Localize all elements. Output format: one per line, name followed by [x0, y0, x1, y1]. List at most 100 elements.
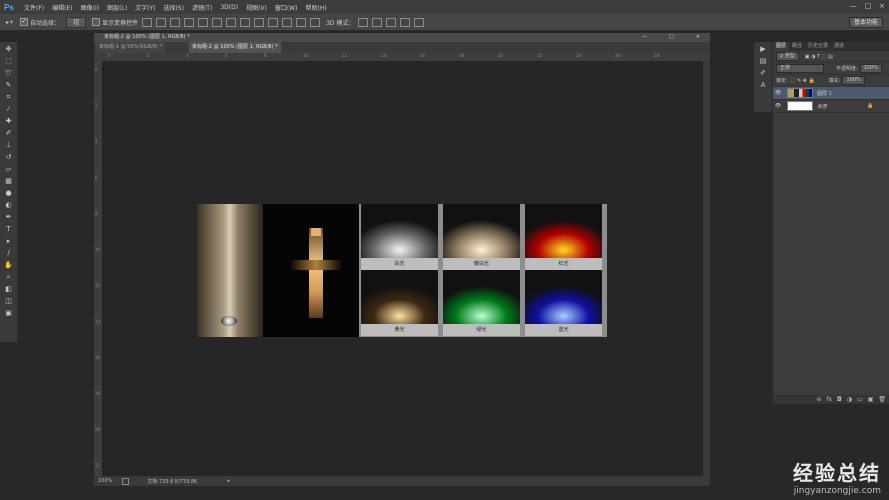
crop-tool-icon[interactable]: ⌗	[4, 93, 14, 102]
distribute-bottom-icon[interactable]	[254, 17, 265, 27]
blur-tool-icon[interactable]: ●	[4, 189, 14, 198]
workspace-button[interactable]: 基本功能	[848, 17, 883, 28]
move-tool-icon[interactable]: ▸+	[6, 19, 14, 26]
auto-align-icon[interactable]	[310, 17, 321, 27]
quick-select-tool-icon[interactable]: ✎	[4, 81, 14, 90]
eraser-tool-icon[interactable]: ▱	[4, 165, 14, 174]
visibility-eye-icon[interactable]: 👁	[773, 90, 783, 96]
blend-mode-dropdown[interactable]: 正常	[776, 64, 824, 73]
align-top-icon[interactable]	[142, 17, 153, 27]
distribute-vcenter-icon[interactable]	[240, 17, 251, 27]
shape-tool-icon[interactable]: ∕	[4, 249, 14, 258]
zoom-tool-icon[interactable]: ⌕	[4, 273, 14, 282]
layer-name[interactable]: 背景	[817, 103, 827, 110]
3d-roll-icon[interactable]	[372, 17, 383, 27]
distribute-left-icon[interactable]	[268, 17, 279, 27]
zoom-level[interactable]: 100%	[98, 478, 112, 484]
show-transform-checkbox[interactable]: 显示变换控件	[92, 18, 138, 27]
3d-rotate-icon[interactable]	[358, 17, 369, 27]
tab-history[interactable]: 历史记录	[805, 42, 831, 51]
layers-footer-icon[interactable]: 🗑	[878, 395, 886, 404]
opacity-input[interactable]: 100%	[859, 64, 882, 73]
menu-layer[interactable]: 图层(L)	[107, 3, 127, 12]
layers-footer-icon[interactable]: ◑	[847, 395, 852, 404]
align-right-icon[interactable]	[212, 17, 223, 27]
menu-help[interactable]: 帮助(H)	[306, 3, 327, 12]
visibility-eye-icon[interactable]: 👁	[773, 103, 783, 109]
layers-footer-icon[interactable]: ▭	[857, 395, 863, 404]
close-button[interactable]: ×	[879, 2, 885, 10]
layer-name[interactable]: 图层 1	[817, 90, 832, 97]
brush-tool-icon[interactable]: ✐	[4, 129, 14, 138]
filter-icons[interactable]: ▣ ◑ T ⬚ ▤	[805, 54, 833, 60]
menu-edit[interactable]: 编辑(E)	[52, 3, 72, 12]
layers-footer-icon[interactable]: ⊖	[816, 395, 821, 404]
distribute-right-icon[interactable]	[296, 17, 307, 27]
move-tool-icon[interactable]: ✥	[4, 45, 14, 54]
3d-slide-icon[interactable]	[400, 17, 411, 27]
menu-3d[interactable]: 3D(D)	[220, 4, 238, 11]
layer-row[interactable]: 👁 图层 1	[773, 87, 889, 100]
ruler-tick-label: 8	[95, 211, 98, 216]
gradient-tool-icon[interactable]: ▦	[4, 177, 14, 186]
eyedropper-tool-icon[interactable]: ⁄	[4, 105, 14, 114]
vertical-scrollbar[interactable]	[703, 61, 710, 476]
status-arrow-icon[interactable]: ▸	[227, 478, 230, 484]
layer-row[interactable]: 👁 背景 🔒	[773, 100, 889, 113]
path-select-tool-icon[interactable]: ▸	[4, 237, 14, 246]
tab-channels[interactable]: 通道	[831, 42, 847, 51]
hand-tool-icon[interactable]: ✋	[4, 261, 14, 270]
marquee-tool-icon[interactable]: ⬚	[4, 57, 14, 66]
tab-untitled-1[interactable]: 未标题-1 @ 50%(RGB/8) *	[96, 42, 165, 53]
menu-type[interactable]: 文字(Y)	[135, 3, 155, 12]
tab-paths[interactable]: 路径	[789, 42, 805, 51]
menu-select[interactable]: 选择(S)	[163, 3, 184, 12]
fill-input[interactable]: 100%	[842, 76, 865, 85]
play-icon[interactable]: ▶	[758, 45, 768, 54]
tab-untitled-2[interactable]: 未标题-2 @ 100% (图层 1, RGB/8) *	[189, 42, 281, 53]
align-hcenter-icon[interactable]	[198, 17, 209, 27]
lock-icons[interactable]: ⬚ ✎ ✥ 🔒	[791, 78, 815, 84]
type-tool-icon[interactable]: T	[4, 225, 14, 234]
distribute-top-icon[interactable]	[226, 17, 237, 27]
history-brush-tool-icon[interactable]: ↺	[4, 153, 14, 162]
3d-pan-icon[interactable]	[386, 17, 397, 27]
brush-panel-icon[interactable]: ✐	[758, 69, 768, 78]
3d-scale-icon[interactable]	[414, 17, 425, 27]
clone-stamp-tool-icon[interactable]: ⊥	[4, 141, 14, 150]
menu-window[interactable]: 窗口(W)	[275, 3, 298, 12]
menu-file[interactable]: 文件(F)	[24, 3, 44, 12]
layers-footer-icon[interactable]: ▣	[868, 395, 874, 404]
align-left-icon[interactable]	[184, 17, 195, 27]
distribute-hcenter-icon[interactable]	[282, 17, 293, 27]
minimize-button[interactable]: —	[850, 2, 857, 10]
tab-layers[interactable]: 图层	[773, 42, 790, 51]
vertical-ruler: 0 2 4 6 8 10 12 14 16 18 20 22	[94, 61, 103, 476]
character-panel-icon[interactable]: A	[758, 81, 768, 90]
layers-footer-icon[interactable]: fx	[826, 395, 832, 404]
menu-image[interactable]: 图像(I)	[81, 3, 99, 12]
export-icon[interactable]	[122, 477, 130, 485]
color-swatches-icon[interactable]: ◧	[4, 285, 14, 294]
kind-filter-dropdown[interactable]: ρ 类型	[776, 52, 799, 61]
menu-view[interactable]: 视图(V)	[246, 3, 267, 12]
align-bottom-icon[interactable]	[170, 17, 181, 27]
doc-close-button[interactable]: ×	[696, 33, 700, 42]
quick-mask-icon[interactable]: ◫	[4, 297, 14, 306]
auto-select-checkbox[interactable]: ✓ 自动选择：	[20, 18, 60, 27]
auto-select-dropdown[interactable]: 组	[66, 16, 87, 28]
maximize-button[interactable]: □	[865, 2, 872, 10]
pen-tool-icon[interactable]: ✒	[4, 213, 14, 222]
layers-footer-icon[interactable]: ◘	[837, 395, 842, 404]
lasso-tool-icon[interactable]: ➰	[4, 69, 14, 78]
screen-mode-icon[interactable]: ▣	[4, 309, 14, 318]
healing-brush-tool-icon[interactable]: ✚	[4, 117, 14, 126]
dodge-tool-icon[interactable]: ◐	[4, 201, 14, 210]
doc-minimize-button[interactable]: —	[642, 33, 647, 42]
document-window-title[interactable]: 未标题-2 @ 100% (图层 1, RGB/8) * — □ ×	[94, 33, 710, 42]
doc-maximize-button[interactable]: □	[669, 33, 674, 42]
swatches-icon[interactable]: ▤	[758, 57, 768, 66]
align-vcenter-icon[interactable]	[156, 17, 167, 27]
document-canvas[interactable]: 白光 暖白光 红光 黄光 绿光 蓝光	[197, 204, 607, 337]
menu-filter[interactable]: 滤镜(T)	[192, 3, 212, 12]
